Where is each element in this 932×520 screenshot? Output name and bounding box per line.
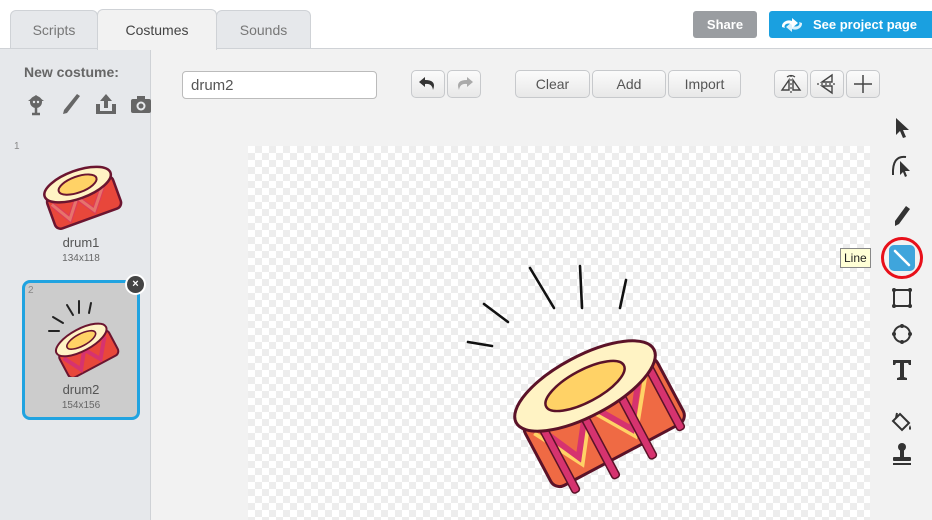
costume-library-icon[interactable] [24, 92, 48, 116]
rectangle-tool[interactable] [889, 285, 915, 311]
upload-icon[interactable] [94, 92, 118, 116]
drum-costume-drawing [466, 264, 686, 494]
costume-number: 2 [28, 285, 34, 296]
tab-sounds[interactable]: Sounds [216, 10, 311, 48]
editor-tab-bar: Scripts Costumes Sounds Share See projec… [0, 0, 932, 50]
reshape-icon [891, 155, 910, 177]
clear-button[interactable]: Clear [515, 70, 590, 98]
rectangle-icon [892, 288, 912, 308]
undo-icon [419, 77, 434, 90]
stamp-tool[interactable] [889, 441, 915, 467]
flip-horizontal-button[interactable] [774, 70, 808, 98]
paint-editor: Clear Add Import [151, 49, 932, 520]
costume-list-panel: New costume: 1 drum1 134x118 2 × drum2 1… [0, 49, 151, 520]
arrow-pointer-icon [896, 118, 909, 138]
costume-item-drum2[interactable]: 2 × drum2 154x156 [22, 274, 146, 420]
see-project-page-label: See project page [813, 17, 918, 32]
highlight-circle [881, 237, 923, 279]
add-button[interactable]: Add [592, 70, 666, 98]
reshape-tool[interactable] [889, 151, 915, 177]
new-costume-label: New costume: [24, 64, 119, 80]
ellipse-tool[interactable] [889, 321, 915, 347]
text-icon [893, 360, 911, 380]
drum-thumbnail-icon [43, 165, 123, 230]
costume-size: 154x156 [61, 400, 101, 411]
costume-name: drum1 [62, 235, 100, 250]
costume-size: 134x118 [62, 253, 100, 264]
ellipse-icon [892, 324, 912, 344]
import-button[interactable]: Import [668, 70, 741, 98]
undo-button[interactable] [411, 70, 445, 98]
costume-number: 1 [14, 141, 20, 152]
costume-name: drum2 [62, 382, 100, 397]
select-tool[interactable] [889, 115, 915, 141]
share-button[interactable]: Share [693, 11, 757, 38]
camera-icon[interactable] [129, 92, 153, 116]
tab-costumes[interactable]: Costumes [97, 9, 217, 50]
tab-scripts[interactable]: Scripts [10, 10, 98, 48]
crosshair-icon [854, 75, 872, 93]
text-tool[interactable] [889, 357, 915, 383]
redo-icon [458, 77, 473, 90]
costume-name-input[interactable] [182, 71, 377, 99]
flip-vertical-button[interactable] [810, 70, 844, 98]
pencil-tool[interactable] [889, 203, 915, 229]
redo-button[interactable] [447, 70, 481, 98]
costume-item-drum1[interactable]: drum1 134x118 [22, 149, 140, 274]
fill-tool[interactable] [889, 409, 915, 435]
paint-brush-icon[interactable] [59, 92, 83, 116]
paint-canvas[interactable] [248, 146, 870, 520]
set-costume-center-button[interactable] [846, 70, 880, 98]
drum-thumbnail-icon [48, 300, 120, 377]
stamp-icon [893, 443, 911, 465]
remix-arrows-icon [781, 17, 803, 32]
delete-costume-button[interactable]: × [125, 274, 146, 295]
see-project-page-button[interactable]: See project page [769, 11, 932, 38]
tool-tooltip: Line [840, 248, 871, 268]
new-costume-options [24, 92, 153, 116]
flip-vertical-icon [817, 73, 837, 95]
flip-horizontal-icon [780, 74, 802, 93]
paint-bucket-icon [891, 412, 911, 432]
pencil-icon [895, 206, 910, 226]
